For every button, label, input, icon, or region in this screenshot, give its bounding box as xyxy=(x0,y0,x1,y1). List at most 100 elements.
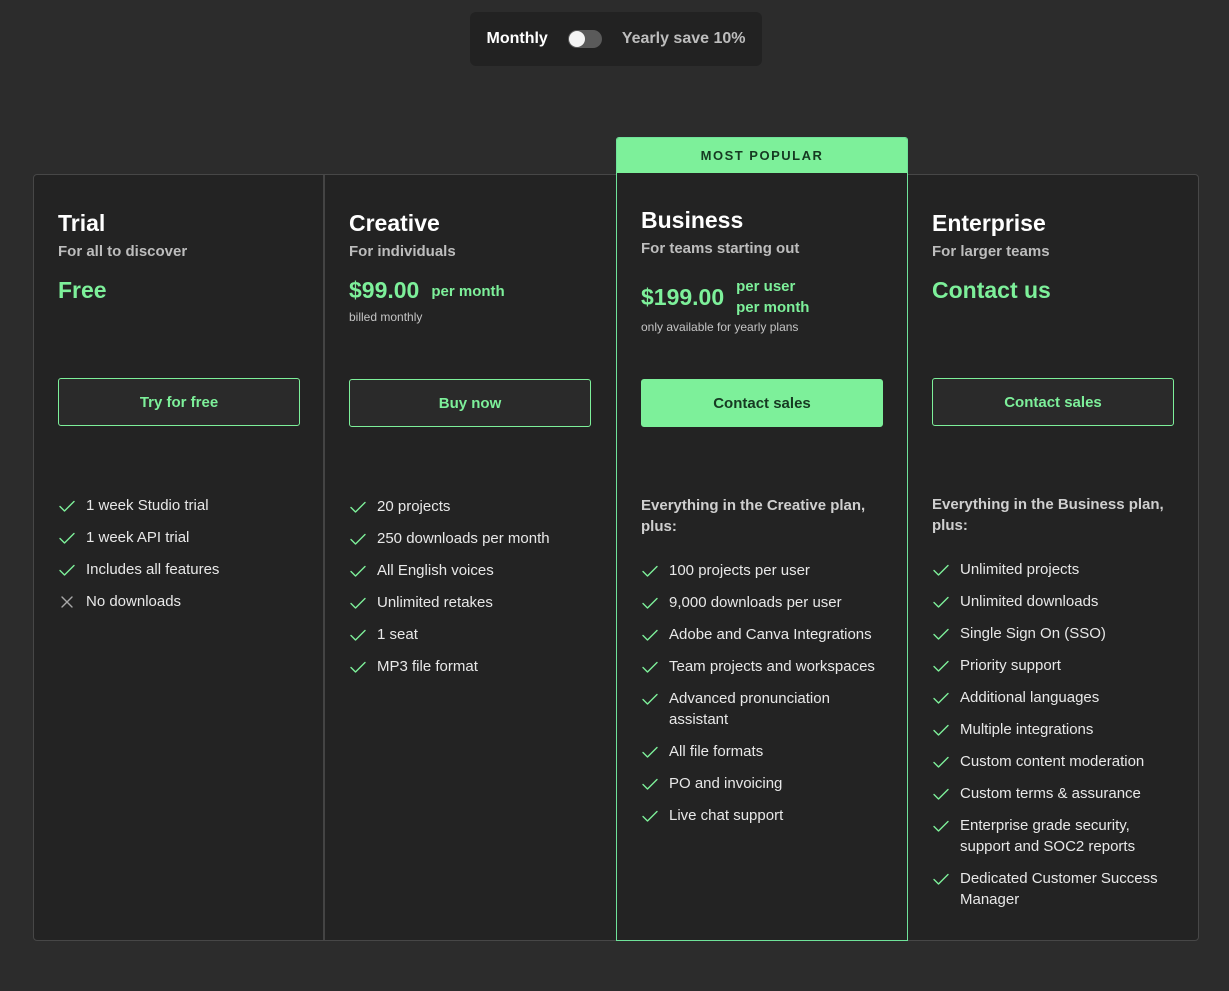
check-icon xyxy=(641,807,659,825)
check-icon xyxy=(349,530,367,548)
feature-item: Includes all features xyxy=(58,559,303,580)
price-row: Free xyxy=(58,277,299,307)
feature-text: Unlimited downloads xyxy=(960,593,1099,610)
feature-item: Custom terms & assurance xyxy=(932,783,1177,804)
feature-item: Live chat support xyxy=(641,805,886,826)
plan-card-creative: Creative For individuals $99.00 per mont… xyxy=(325,175,616,940)
price-row: $199.00 per user per month xyxy=(641,276,883,318)
feature-list: 1 week Studio trial 1 week API trial Inclu… xyxy=(58,495,303,623)
plan-card-trial: Trial For all to discover Free Try for f… xyxy=(34,175,325,940)
feature-text: All file formats xyxy=(669,743,764,760)
feature-item: 1 seat xyxy=(349,624,594,645)
price-period: per month xyxy=(431,283,505,300)
check-icon xyxy=(932,785,950,803)
plan-card-enterprise: Enterprise For larger teams Contact us C… xyxy=(908,175,1199,940)
feature-text: Enterprise grade security, support and S… xyxy=(960,817,1136,855)
feature-item: 1 week Studio trial xyxy=(58,495,303,516)
contact-sales-button[interactable]: Contact sales xyxy=(932,378,1174,426)
plan-price: Free xyxy=(58,277,107,303)
feature-item: All English voices xyxy=(349,560,594,581)
feature-item: Unlimited projects xyxy=(932,559,1177,580)
price-row: $99.00 per month xyxy=(349,277,592,307)
feature-text: 1 week Studio trial xyxy=(86,497,209,514)
feature-item: Priority support xyxy=(932,655,1177,676)
billing-switch[interactable] xyxy=(567,30,602,48)
plan-price: Contact us xyxy=(932,277,1051,303)
check-icon xyxy=(932,561,950,579)
check-icon xyxy=(932,689,950,707)
feature-text: Unlimited projects xyxy=(960,561,1080,578)
feature-text: Advanced pronunciation assistant xyxy=(669,690,830,728)
features-heading: Everything in the Business plan, plus: xyxy=(932,496,1164,534)
price-note: billed monthly xyxy=(349,310,423,324)
feature-item: Dedicated Customer Success Manager xyxy=(932,868,1177,910)
feature-list: 100 projects per user 9,000 downloads per… xyxy=(641,560,886,837)
check-icon xyxy=(932,870,950,888)
price-note: only available for yearly plans xyxy=(641,320,799,334)
pricing-page: Monthly Yearly save 10% Trial For all to… xyxy=(0,0,1229,991)
plans-container: Trial For all to discover Free Try for f… xyxy=(33,137,1199,941)
switch-knob xyxy=(568,31,585,47)
feature-text: Live chat support xyxy=(669,807,784,824)
plan-price: $99.00 xyxy=(349,277,420,303)
check-icon xyxy=(932,657,950,675)
feature-text: No downloads xyxy=(86,593,182,610)
check-icon xyxy=(932,721,950,739)
price-period-line2: per month xyxy=(736,299,810,316)
price-period: per user per month xyxy=(736,276,809,318)
plan-subtitle: For teams starting out xyxy=(641,240,800,257)
check-icon xyxy=(349,626,367,644)
feature-text: Custom terms & assurance xyxy=(960,785,1141,802)
feature-text: Adobe and Canva Integrations xyxy=(669,626,872,643)
feature-item: No downloads xyxy=(58,591,303,612)
price-row: Contact us xyxy=(932,277,1175,307)
price-period-line1: per user xyxy=(736,278,796,295)
feature-item: 100 projects per user xyxy=(641,560,886,581)
feature-item: 1 week API trial xyxy=(58,527,303,548)
feature-item: Custom content moderation xyxy=(932,751,1177,772)
check-icon xyxy=(641,690,659,708)
feature-text: Custom content moderation xyxy=(960,753,1145,770)
contact-sales-button[interactable]: Contact sales xyxy=(641,379,883,427)
feature-item: MP3 file format xyxy=(349,656,594,677)
feature-item: 20 projects xyxy=(349,496,594,517)
plan-name: Business xyxy=(641,207,744,233)
check-icon xyxy=(641,562,659,580)
feature-text: Multiple integrations xyxy=(960,721,1094,738)
check-icon xyxy=(932,753,950,771)
feature-text: All English voices xyxy=(377,562,494,579)
feature-text: Includes all features xyxy=(86,561,220,578)
check-icon xyxy=(58,497,76,515)
feature-text: Priority support xyxy=(960,657,1061,674)
check-icon xyxy=(932,817,950,835)
feature-list: Unlimited projects Unlimited downloads Sin… xyxy=(932,559,1177,921)
check-icon xyxy=(641,658,659,676)
feature-text: Team projects and workspaces xyxy=(669,658,875,675)
feature-item: Adobe and Canva Integrations xyxy=(641,624,886,645)
check-icon xyxy=(641,743,659,761)
toggle-yearly-label[interactable]: Yearly save 10% xyxy=(622,30,746,48)
plan-name: Enterprise xyxy=(932,210,1046,236)
check-icon xyxy=(58,529,76,547)
check-icon xyxy=(641,626,659,644)
check-icon xyxy=(932,625,950,643)
buy-now-button[interactable]: Buy now xyxy=(349,379,591,427)
feature-item: 9,000 downloads per user xyxy=(641,592,886,613)
check-icon xyxy=(58,561,76,579)
feature-text: MP3 file format xyxy=(377,658,478,675)
plan-name: Creative xyxy=(349,210,440,236)
feature-text: Unlimited retakes xyxy=(377,594,493,611)
try-for-free-button[interactable]: Try for free xyxy=(58,378,300,426)
feature-text: 250 downloads per month xyxy=(377,530,550,547)
feature-item: All file formats xyxy=(641,741,886,762)
toggle-monthly-label[interactable]: Monthly xyxy=(487,30,548,48)
feature-text: Single Sign On (SSO) xyxy=(960,625,1106,642)
check-icon xyxy=(349,498,367,516)
feature-text: Dedicated Customer Success Manager xyxy=(960,870,1158,908)
most-popular-badge: MOST POPULAR xyxy=(617,138,907,173)
billing-toggle: Monthly Yearly save 10% xyxy=(470,12,762,66)
feature-text: 1 week API trial xyxy=(86,529,190,546)
feature-item: Single Sign On (SSO) xyxy=(932,623,1177,644)
feature-text: 20 projects xyxy=(377,498,451,515)
cross-icon xyxy=(58,593,76,611)
